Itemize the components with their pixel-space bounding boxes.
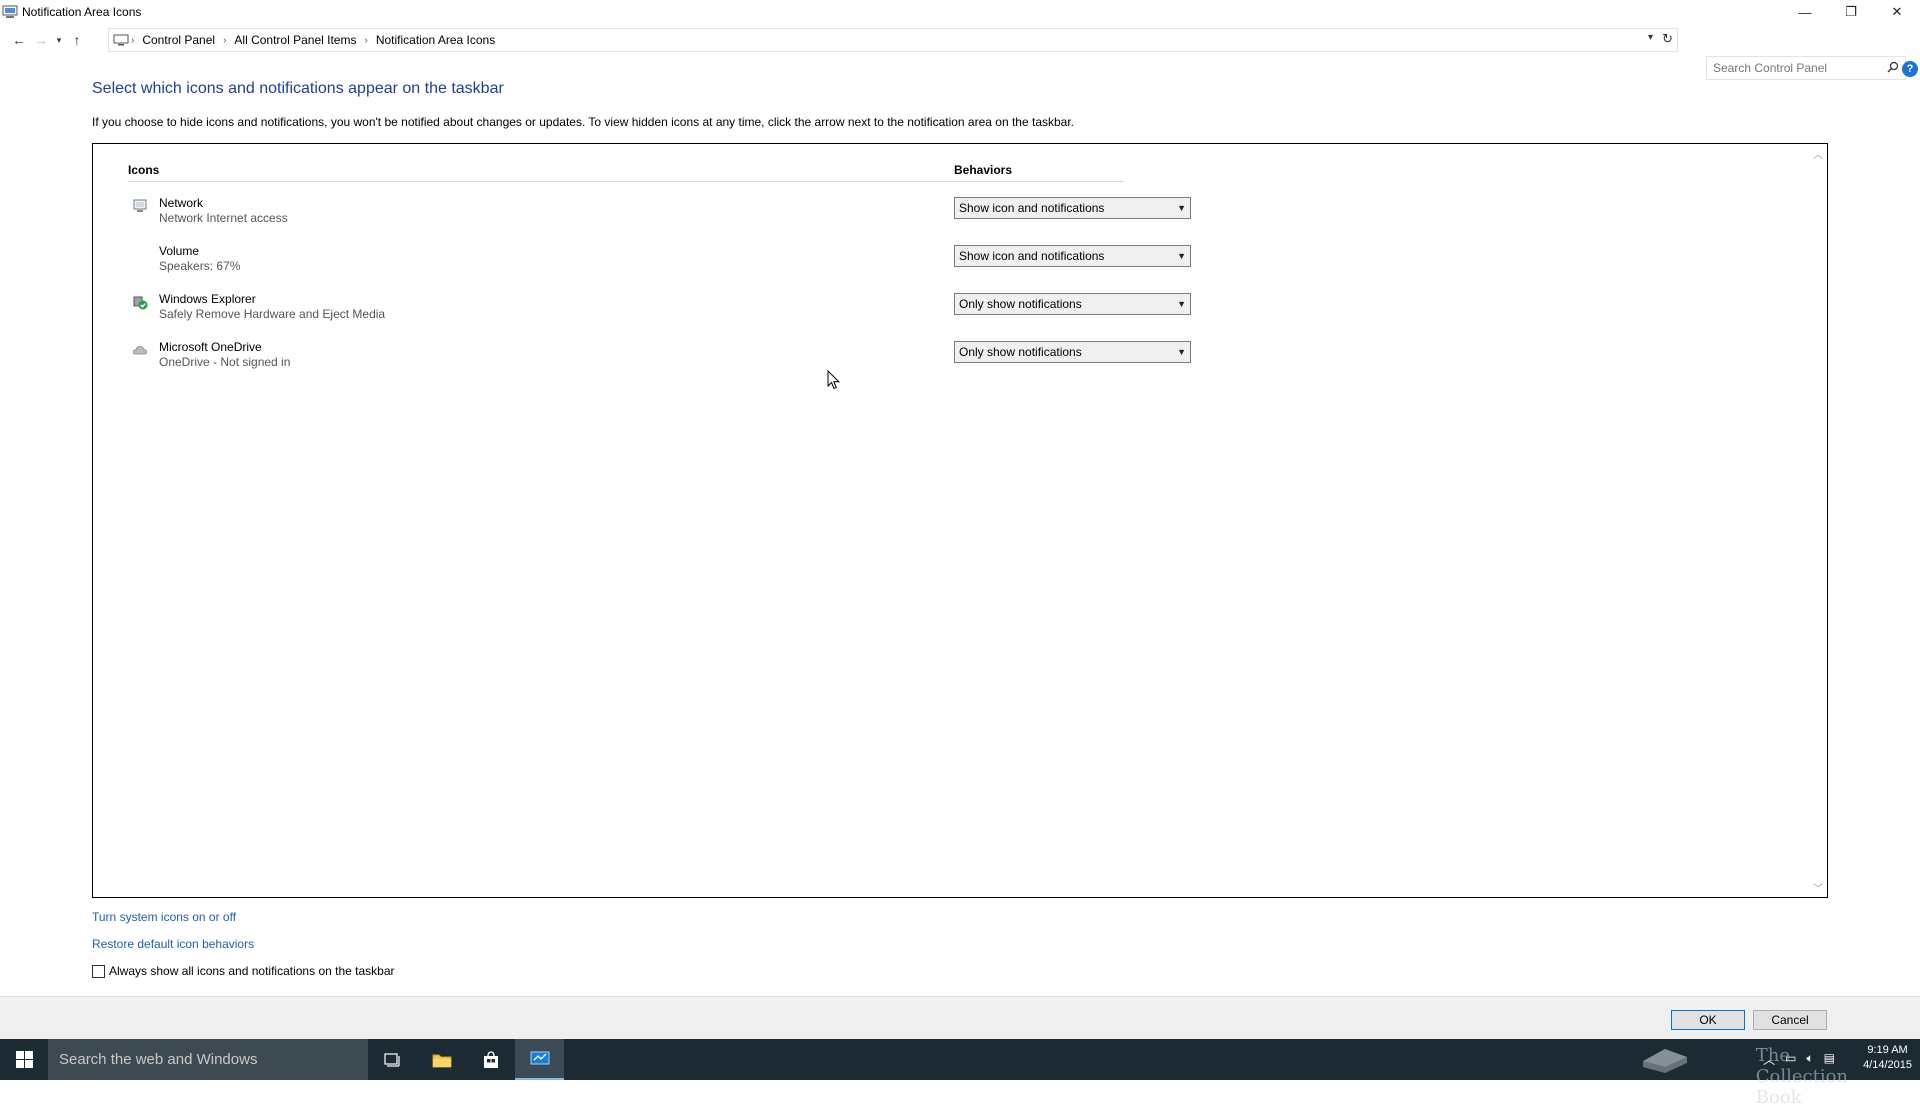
- column-header-icons: Icons: [128, 163, 973, 182]
- cancel-button[interactable]: Cancel: [1753, 1010, 1827, 1030]
- close-button[interactable]: ✕: [1874, 0, 1920, 24]
- row-name: Windows Explorer: [159, 292, 256, 306]
- taskbar-search-placeholder: Search the web and Windows: [59, 1051, 258, 1068]
- show-hidden-icons-chevron-icon[interactable]: ︿: [1763, 1051, 1775, 1068]
- restore-button[interactable]: ❐: [1828, 0, 1874, 24]
- minimize-button[interactable]: —: [1782, 0, 1828, 24]
- page-heading: Select which icons and notifications app…: [92, 80, 504, 97]
- always-show-option: Always show all icons and notifications …: [92, 964, 395, 978]
- restore-default-behaviors-link[interactable]: Restore default icon behaviors: [92, 937, 254, 951]
- selected-behavior: Show icon and notifications: [959, 201, 1105, 215]
- dialog-footer: OK Cancel: [0, 996, 1920, 1039]
- navigation-bar: ← → ▾ ↑ › Control Panel › All Control Pa…: [0, 28, 1920, 80]
- window-title: Notification Area Icons: [22, 5, 142, 19]
- list-item-network: Network Network Internet access Show ico…: [128, 194, 1228, 234]
- row-description: OneDrive - Not signed in: [159, 355, 291, 369]
- start-button[interactable]: [0, 1039, 48, 1080]
- search-control-panel-input[interactable]: Search Control Panel: [1706, 56, 1906, 80]
- row-name: Microsoft OneDrive: [159, 340, 262, 354]
- breadcrumb-control-panel[interactable]: Control Panel: [142, 33, 215, 47]
- watermark-book-icon: [1640, 1043, 1690, 1080]
- help-icon[interactable]: ?: [1902, 61, 1918, 77]
- network-icon: [132, 198, 148, 214]
- onedrive-icon: [132, 342, 148, 358]
- behavior-select-windows-explorer[interactable]: Only show notifications ▼: [954, 293, 1191, 315]
- row-description: Speakers: 67%: [159, 259, 241, 273]
- file-explorer-icon[interactable]: [417, 1039, 466, 1080]
- selected-behavior: Only show notifications: [959, 345, 1082, 359]
- search-placeholder: Search Control Panel: [1713, 61, 1828, 75]
- list-item-windows-explorer: Windows Explorer Safely Remove Hardware …: [128, 290, 1228, 330]
- title-bar: Notification Area Icons — ❐ ✕: [0, 0, 1920, 24]
- chevron-down-icon: ▼: [1177, 299, 1186, 309]
- list-item-volume: Volume Speakers: 67% Show icon and notif…: [128, 242, 1228, 282]
- selected-behavior: Only show notifications: [959, 297, 1082, 311]
- volume-icon: [132, 246, 148, 262]
- breadcrumb-separator-icon: ›: [223, 34, 227, 46]
- row-name: Volume: [159, 244, 200, 258]
- windows-logo-icon: [15, 1051, 33, 1068]
- row-description: Network Internet access: [159, 211, 288, 225]
- list-item-microsoft-onedrive: Microsoft OneDrive OneDrive - Not signed…: [128, 338, 1228, 378]
- intro-text: If you choose to hide icons and notifica…: [92, 115, 1075, 129]
- always-show-label[interactable]: Always show all icons and notifications …: [109, 964, 395, 978]
- turn-system-icons-link[interactable]: Turn system icons on or off: [92, 910, 236, 924]
- back-arrow-icon[interactable]: ←: [8, 29, 30, 51]
- notification-area-icons-window: Notification Area Icons — ❐ ✕ ← → ▾ ↑ › …: [0, 0, 1920, 1039]
- taskbar-clock[interactable]: 9:19 AM 4/14/2015: [1863, 1043, 1912, 1073]
- volume-tray-icon[interactable]: 🔈︎: [1806, 1051, 1813, 1068]
- chevron-down-icon: ▼: [1177, 251, 1186, 261]
- scroll-down-icon[interactable]: ﹀: [1813, 880, 1823, 895]
- usb-safe-remove-icon: [132, 294, 148, 310]
- action-center-icon[interactable]: ▤: [1824, 1051, 1835, 1068]
- task-view-icon[interactable]: [368, 1039, 417, 1080]
- store-icon[interactable]: [466, 1039, 515, 1080]
- clock-date: 4/14/2015: [1863, 1059, 1912, 1071]
- always-show-checkbox[interactable]: [92, 964, 105, 978]
- address-bar[interactable]: › Control Panel › All Control Panel Item…: [108, 28, 1678, 52]
- breadcrumb-notification-area-icons[interactable]: Notification Area Icons: [376, 33, 495, 47]
- refresh-icon[interactable]: ↻: [1662, 31, 1673, 47]
- breadcrumb-all-items[interactable]: All Control Panel Items: [234, 33, 356, 47]
- up-arrow-icon[interactable]: ↑: [66, 29, 88, 51]
- control-panel-taskbar-icon[interactable]: [515, 1039, 564, 1080]
- breadcrumb-separator-icon: ›: [364, 34, 368, 46]
- window-controls: — ❐ ✕: [1782, 0, 1920, 24]
- selected-behavior: Show icon and notifications: [959, 249, 1105, 263]
- icons-list-panel: Icons Behaviors Network Network Internet…: [92, 143, 1828, 898]
- tray-icons: ︿ ▭ 🔈︎ ▤: [1763, 1051, 1835, 1068]
- forward-arrow-icon[interactable]: →: [30, 29, 52, 51]
- chevron-down-icon: ▼: [1177, 203, 1186, 213]
- address-dropdown-chevron-icon[interactable]: ▾: [1648, 32, 1653, 43]
- column-header-behaviors: Behaviors: [954, 163, 1124, 182]
- clock-time: 9:19 AM: [1867, 1044, 1908, 1056]
- taskbar-search-box[interactable]: Search the web and Windows: [48, 1039, 368, 1080]
- computer-icon: [113, 34, 129, 46]
- network-tray-icon[interactable]: ▭: [1785, 1051, 1796, 1068]
- taskbar: Search the web and Windows The Collectio…: [0, 1039, 1920, 1108]
- scroll-up-icon[interactable]: ︿: [1813, 146, 1823, 161]
- chevron-down-icon: ▼: [1177, 347, 1186, 357]
- ok-button[interactable]: OK: [1671, 1010, 1745, 1030]
- behavior-select-volume[interactable]: Show icon and notifications ▼: [954, 245, 1191, 267]
- control-panel-icon: [2, 5, 18, 19]
- behavior-select-microsoft-onedrive[interactable]: Only show notifications ▼: [954, 341, 1191, 363]
- search-icon[interactable]: [1887, 61, 1899, 76]
- row-name: Network: [159, 196, 204, 210]
- behavior-select-network[interactable]: Show icon and notifications ▼: [954, 197, 1191, 219]
- vertical-scrollbar[interactable]: ︿ ﹀: [1810, 144, 1827, 897]
- breadcrumb-separator-icon: ›: [131, 34, 135, 46]
- recent-locations-chevron-icon[interactable]: ▾: [52, 29, 66, 51]
- mouse-cursor-icon: [827, 369, 841, 395]
- row-description: Safely Remove Hardware and Eject Media: [159, 307, 386, 321]
